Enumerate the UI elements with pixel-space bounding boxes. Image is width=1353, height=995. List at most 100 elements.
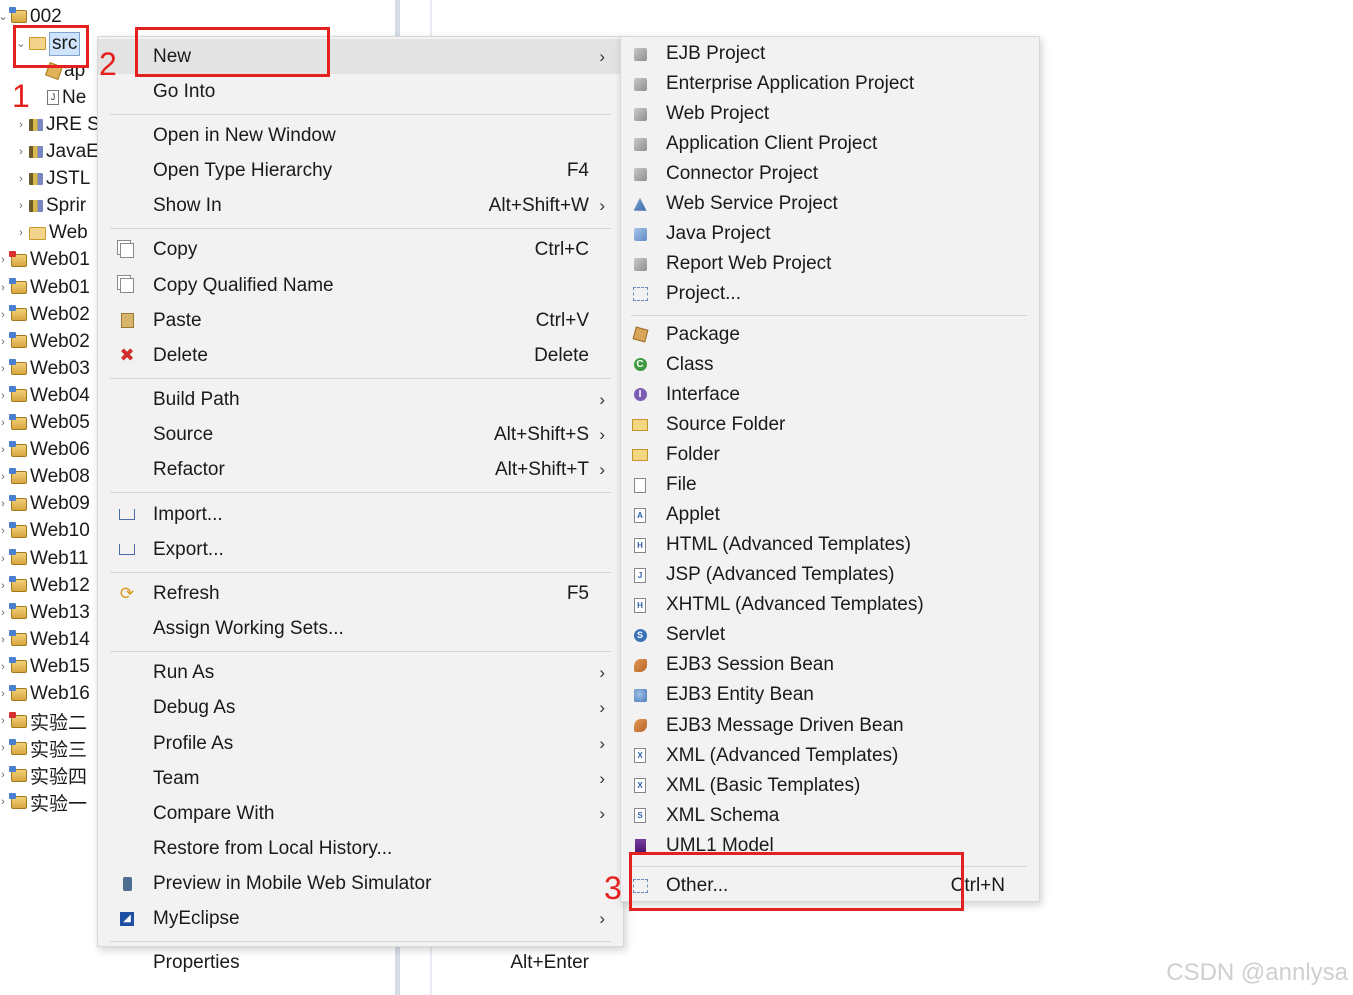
menu-item-connector-project[interactable]: Connector Project: [621, 159, 1039, 189]
collapse-twisty-icon[interactable]: ›: [0, 417, 9, 429]
menu-item-refactor[interactable]: Refactor Alt+Shift+T ›: [98, 453, 623, 488]
tree-item[interactable]: › Web10: [0, 518, 90, 545]
menu-item-refresh[interactable]: ⟳ Refresh F5: [98, 576, 623, 611]
collapse-twisty-icon[interactable]: ›: [0, 390, 9, 402]
collapse-twisty-icon[interactable]: ›: [0, 254, 9, 266]
menu-item-preview-in-mobile-web-simulator[interactable]: Preview in Mobile Web Simulator: [98, 866, 623, 901]
menu-item-xml-basic-templates[interactable]: X XML (Basic Templates): [621, 771, 1039, 801]
collapse-twisty-icon[interactable]: ›: [15, 173, 27, 185]
tree-item[interactable]: J Ne: [33, 84, 86, 111]
tree-item[interactable]: › Web16: [0, 681, 90, 708]
expand-twisty-icon[interactable]: ⌄: [0, 10, 9, 23]
menu-item-export[interactable]: Export...: [98, 532, 623, 567]
collapse-twisty-icon[interactable]: ›: [0, 661, 9, 673]
collapse-twisty-icon[interactable]: ›: [0, 525, 9, 537]
menu-item-paste[interactable]: Paste Ctrl+V: [98, 303, 623, 338]
collapse-twisty-icon[interactable]: ›: [15, 227, 27, 239]
menu-item-web-project[interactable]: Web Project: [621, 99, 1039, 129]
menu-item-open-type-hierarchy[interactable]: Open Type Hierarchy F4: [98, 154, 623, 189]
menu-item-interface[interactable]: I Interface: [621, 380, 1039, 410]
menu-item-class[interactable]: C Class: [621, 350, 1039, 380]
collapse-twisty-icon[interactable]: ›: [0, 363, 9, 375]
menu-item-application-client-project[interactable]: Application Client Project: [621, 129, 1039, 159]
menu-item-html-advanced-templates[interactable]: H HTML (Advanced Templates): [621, 530, 1039, 560]
tree-item[interactable]: › JRE S: [15, 111, 97, 138]
menu-item-properties[interactable]: Properties Alt+Enter: [98, 946, 623, 981]
menu-item-source[interactable]: Source Alt+Shift+S ›: [98, 418, 623, 453]
collapse-twisty-icon[interactable]: ›: [0, 634, 9, 646]
menu-item-source-folder[interactable]: Source Folder: [621, 410, 1039, 440]
menu-item-copy[interactable]: Copy Ctrl+C: [98, 233, 623, 268]
collapse-twisty-icon[interactable]: ›: [0, 715, 9, 727]
tree-item[interactable]: › JavaE: [15, 139, 97, 166]
tree-item[interactable]: › 实验四: [0, 762, 87, 789]
menu-item-restore-from-local-history[interactable]: Restore from Local History...: [98, 831, 623, 866]
tree-item[interactable]: › Web09: [0, 491, 90, 518]
menu-item-jsp-advanced-templates[interactable]: J JSP (Advanced Templates): [621, 560, 1039, 590]
tree-item[interactable]: › Web15: [0, 653, 90, 680]
tree-item[interactable]: › Web01: [0, 247, 90, 274]
tree-item[interactable]: › JSTL: [15, 166, 90, 193]
tree-item[interactable]: › Web02: [0, 328, 90, 355]
tree-item[interactable]: › Web02: [0, 301, 90, 328]
collapse-twisty-icon[interactable]: ›: [0, 796, 9, 808]
tree-item[interactable]: › Web: [15, 220, 88, 247]
menu-item-ejb3-entity-bean[interactable]: EJB3 Entity Bean: [621, 680, 1039, 710]
menu-item-team[interactable]: Team ›: [98, 761, 623, 796]
menu-item-servlet[interactable]: S Servlet: [621, 620, 1039, 650]
collapse-twisty-icon[interactable]: ›: [0, 769, 9, 781]
menu-item-debug-as[interactable]: Debug As ›: [98, 691, 623, 726]
tree-item[interactable]: › 实验三: [0, 735, 87, 762]
tree-item[interactable]: › Web08: [0, 464, 90, 491]
tree-item[interactable]: › Web04: [0, 382, 90, 409]
collapse-twisty-icon[interactable]: ›: [0, 471, 9, 483]
menu-item-applet[interactable]: A Applet: [621, 500, 1039, 530]
menu-item-project[interactable]: Project...: [621, 279, 1039, 309]
menu-item-web-service-project[interactable]: Web Service Project: [621, 189, 1039, 219]
collapse-twisty-icon[interactable]: ›: [0, 444, 9, 456]
menu-item-go-into[interactable]: Go Into: [98, 74, 623, 109]
collapse-twisty-icon[interactable]: ›: [0, 688, 9, 700]
collapse-twisty-icon[interactable]: ›: [15, 119, 27, 131]
menu-item-file[interactable]: File: [621, 470, 1039, 500]
menu-item-xhtml-advanced-templates[interactable]: H XHTML (Advanced Templates): [621, 590, 1039, 620]
tree-item[interactable]: › Web03: [0, 355, 90, 382]
menu-item-run-as[interactable]: Run As ›: [98, 656, 623, 691]
menu-item-compare-with[interactable]: Compare With ›: [98, 796, 623, 831]
menu-item-delete[interactable]: ✖ Delete Delete: [98, 338, 623, 373]
tree-item[interactable]: › Web13: [0, 599, 90, 626]
menu-item-report-web-project[interactable]: Report Web Project: [621, 249, 1039, 279]
menu-item-ejb3-session-bean[interactable]: EJB3 Session Bean: [621, 650, 1039, 680]
tree-item[interactable]: › Web11: [0, 545, 88, 572]
tree-item[interactable]: › Web01: [0, 274, 90, 301]
menu-item-build-path[interactable]: Build Path ›: [98, 383, 623, 418]
menu-item-package[interactable]: Package: [621, 320, 1039, 350]
menu-item-assign-working-sets[interactable]: Assign Working Sets...: [98, 612, 623, 647]
tree-item[interactable]: › 实验一: [0, 789, 87, 816]
collapse-twisty-icon[interactable]: ›: [15, 146, 27, 158]
menu-item-copy-qualified-name[interactable]: Copy Qualified Name: [98, 268, 623, 303]
tree-item[interactable]: › Web12: [0, 572, 90, 599]
menu-item-java-project[interactable]: Java Project: [621, 219, 1039, 249]
menu-item-folder[interactable]: Folder: [621, 440, 1039, 470]
menu-item-show-in[interactable]: Show In Alt+Shift+W ›: [98, 189, 623, 224]
collapse-twisty-icon[interactable]: ›: [0, 607, 9, 619]
tree-item[interactable]: › 实验二: [0, 708, 87, 735]
menu-item-myeclipse[interactable]: ◢ MyEclipse ›: [98, 902, 623, 937]
menu-item-profile-as[interactable]: Profile As ›: [98, 726, 623, 761]
menu-item-enterprise-application-project[interactable]: Enterprise Application Project: [621, 69, 1039, 99]
menu-item-xml-schema[interactable]: S XML Schema: [621, 801, 1039, 831]
collapse-twisty-icon[interactable]: ›: [0, 282, 9, 294]
menu-item-xml-advanced-templates[interactable]: X XML (Advanced Templates): [621, 741, 1039, 771]
collapse-twisty-icon[interactable]: ›: [0, 742, 9, 754]
menu-item-ejb3-message-driven-bean[interactable]: EJB3 Message Driven Bean: [621, 711, 1039, 741]
tree-item[interactable]: › Sprir: [15, 193, 86, 220]
menu-item-open-in-new-window[interactable]: Open in New Window: [98, 118, 623, 153]
collapse-twisty-icon[interactable]: ›: [0, 498, 9, 510]
collapse-twisty-icon[interactable]: ›: [0, 309, 9, 321]
collapse-twisty-icon[interactable]: ›: [0, 553, 9, 565]
tree-item[interactable]: › Web14: [0, 626, 90, 653]
collapse-twisty-icon[interactable]: ›: [0, 336, 9, 348]
menu-item-import[interactable]: Import...: [98, 497, 623, 532]
menu-item-ejb-project[interactable]: EJB Project: [621, 39, 1039, 69]
